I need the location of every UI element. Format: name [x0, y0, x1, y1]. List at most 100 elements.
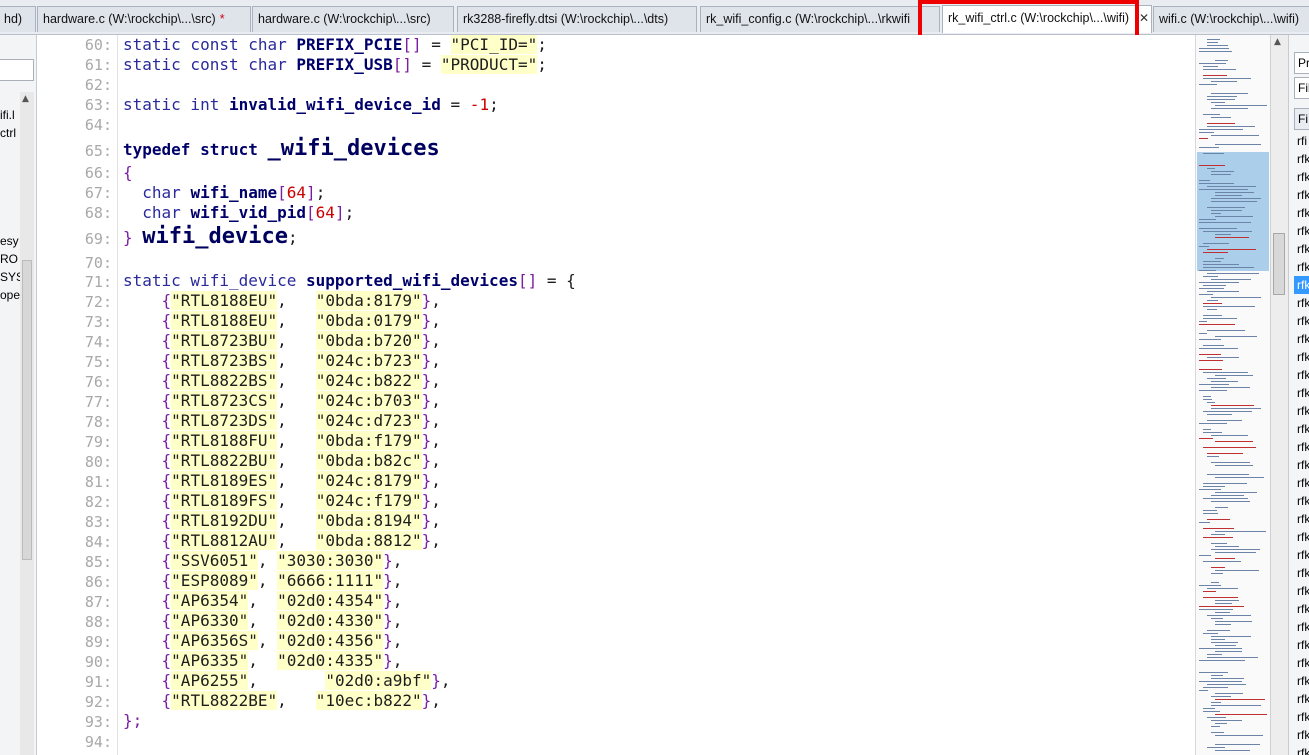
list-item[interactable]: rfk	[1297, 636, 1309, 654]
list-item[interactable]: rfk	[1297, 402, 1309, 420]
list-item[interactable]: rfk	[1297, 366, 1309, 384]
scroll-up-icon[interactable]: ▲	[22, 94, 29, 104]
minimap-line	[1203, 597, 1238, 598]
tab-rk-wifi-ctrl-c[interactable]: rk_wifi_ctrl.c (W:\rockchip\...\wifi) ✕	[942, 5, 1152, 33]
minimap-line	[1203, 537, 1233, 538]
list-item[interactable]: rfk	[1297, 330, 1309, 348]
list-item[interactable]: rfk	[1297, 258, 1309, 276]
minimap-line	[1215, 507, 1228, 508]
list-item[interactable]: rfk	[1297, 600, 1309, 618]
list-item[interactable]: rfk	[1297, 294, 1309, 312]
list-item[interactable]: RO	[0, 252, 18, 266]
list-item[interactable]: rfk	[1297, 438, 1309, 456]
list-item[interactable]: rfk	[1297, 474, 1309, 492]
list-item[interactable]: rfk	[1297, 204, 1309, 222]
minimap-line	[1203, 318, 1237, 319]
list-item[interactable]: ifi.l	[0, 108, 15, 122]
list-item[interactable]: rfk	[1297, 726, 1309, 744]
minimap-line	[1207, 273, 1259, 274]
minimap-line	[1211, 705, 1261, 706]
minimap-line	[1199, 606, 1244, 607]
scroll-thumb[interactable]	[1273, 233, 1285, 295]
scroll-up-icon[interactable]: ▲	[1274, 37, 1281, 47]
minimap-line	[1207, 453, 1243, 454]
minimap-line	[1211, 108, 1248, 109]
list-item[interactable]: rfk	[1297, 240, 1309, 258]
list-item[interactable]: rfk	[1297, 186, 1309, 204]
minimap-line	[1215, 735, 1263, 736]
minimap-line	[1203, 267, 1254, 268]
tab-wifi-c[interactable]: wifi.c (W:\rockchip\...\wifi)	[1153, 6, 1309, 32]
code-line: static wifi_device supported_wifi_device…	[123, 271, 576, 290]
list-item[interactable]: rfk	[1297, 546, 1309, 564]
left-filter-input[interactable]	[0, 59, 34, 81]
tab-hardware-c[interactable]: hardware.c (W:\rockchip\...\src)	[252, 6, 454, 32]
modified-marker: *	[219, 12, 225, 26]
line-number: 75:	[84, 353, 112, 371]
code-editor[interactable]: static const char PREFIX_PCIE[] = "PCI_I…	[118, 35, 1195, 755]
code-identifier: supported_wifi_devices	[306, 271, 518, 290]
list-item[interactable]: rfk	[1297, 690, 1309, 708]
close-icon[interactable]: ✕	[1139, 6, 1149, 30]
list-item[interactable]: rfk	[1297, 618, 1309, 636]
list-item[interactable]: rfk	[1297, 654, 1309, 672]
list-item[interactable]: rfk	[1294, 276, 1309, 294]
minimap-viewport[interactable]	[1197, 152, 1269, 271]
list-item[interactable]: rfk	[1297, 168, 1309, 186]
minimap-line	[1203, 429, 1211, 430]
list-item[interactable]: rfk	[1297, 150, 1309, 168]
list-item[interactable]: rfk	[1297, 564, 1309, 582]
right-filter-input[interactable]: Fil	[1294, 77, 1309, 99]
list-item[interactable]: rfk	[1297, 384, 1309, 402]
list-item[interactable]: rfk	[1297, 582, 1309, 600]
list-item[interactable]: rfk	[1297, 672, 1309, 690]
minimap-line	[1199, 423, 1227, 424]
minimap-line	[1207, 126, 1255, 127]
minimap-line	[1199, 270, 1216, 271]
line-number: 90:	[84, 653, 112, 671]
list-item[interactable]: rfk	[1297, 510, 1309, 528]
minimap-line	[1203, 687, 1228, 688]
minimap-line	[1207, 474, 1249, 475]
minimap-line	[1207, 357, 1239, 358]
minimap-line	[1203, 306, 1255, 307]
code-identifier: _wifi_devices	[267, 136, 440, 161]
line-number: 72:	[84, 293, 112, 311]
minimap-line	[1203, 315, 1222, 316]
minimap-line	[1215, 477, 1264, 478]
minimap-line	[1199, 84, 1217, 85]
list-item[interactable]: rfi	[1297, 132, 1307, 150]
list-item[interactable]: rfk	[1297, 708, 1309, 726]
minimap-line	[1215, 723, 1227, 724]
list-item[interactable]: ctrl	[0, 126, 16, 140]
list-item[interactable]: rfk	[1297, 420, 1309, 438]
list-item[interactable]: rfk	[1297, 348, 1309, 366]
minimap-line	[1215, 570, 1259, 571]
editor-scrollbar[interactable]: ▲	[1270, 35, 1288, 755]
code-minimap[interactable]	[1195, 35, 1270, 755]
right-column-header[interactable]: Fi	[1294, 108, 1309, 130]
minimap-line	[1211, 93, 1248, 94]
right-tab-header[interactable]: Pr	[1294, 52, 1309, 74]
tab-hd[interactable]: hd)	[0, 6, 36, 32]
minimap-line	[1211, 81, 1237, 82]
list-item[interactable]: rfk	[1297, 312, 1309, 330]
line-number: 64:	[84, 116, 112, 134]
minimap-line	[1207, 309, 1217, 310]
list-item[interactable]: rfk	[1297, 222, 1309, 240]
scroll-thumb[interactable]	[22, 260, 32, 560]
tab-hardware-c-modified[interactable]: hardware.c (W:\rockchip\...\src) *	[37, 6, 251, 32]
minimap-line	[1199, 138, 1208, 139]
minimap-line	[1211, 495, 1244, 496]
list-item[interactable]: rfk	[1297, 744, 1309, 755]
minimap-line	[1199, 369, 1222, 370]
list-item[interactable]: rfk	[1297, 456, 1309, 474]
list-item[interactable]: rfk	[1297, 528, 1309, 546]
tab-rk3288-firefly-dtsi[interactable]: rk3288-firefly.dtsi (W:\rockchip\...\dts…	[457, 6, 697, 32]
list-item[interactable]: rfk	[1297, 492, 1309, 510]
list-item[interactable]: ope	[0, 288, 20, 302]
list-item[interactable]: esy	[0, 234, 19, 248]
device-entry: {"AP6335", "02d0:4335"},	[161, 651, 403, 670]
tab-rk-wifi-config-c[interactable]: rk_wifi_config.c (W:\rockchip\...\rkwifi	[700, 6, 940, 32]
left-scrollbar[interactable]: ▲	[20, 92, 34, 755]
